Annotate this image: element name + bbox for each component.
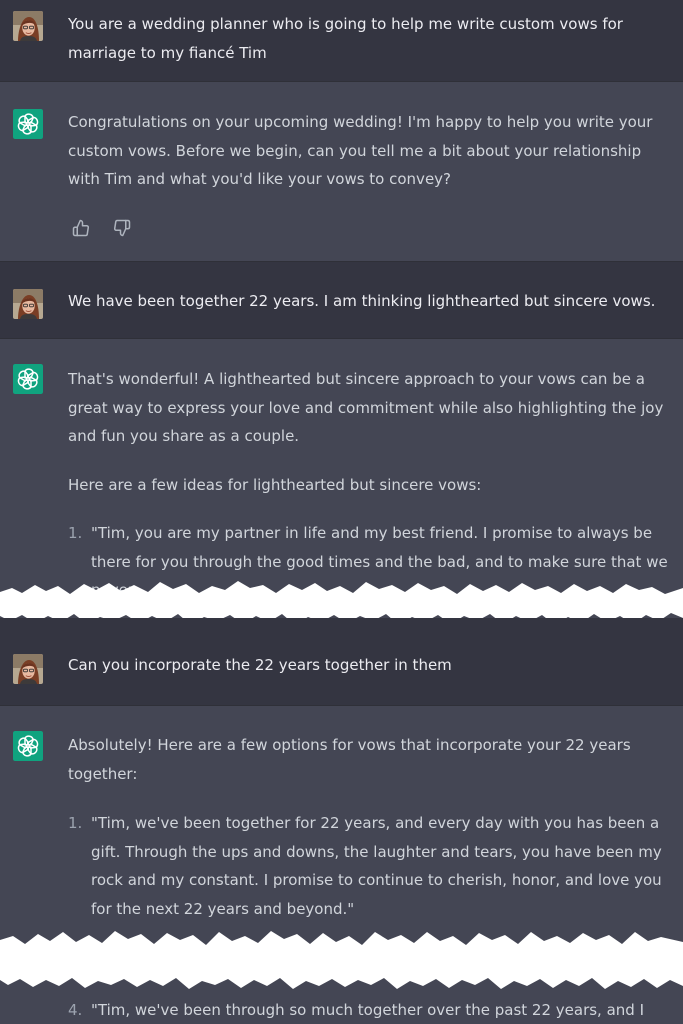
- message-paragraph: That's wonderful! A lighthearted but sin…: [68, 370, 664, 445]
- user-message: You are a wedding planner who is going t…: [0, 0, 683, 82]
- thumbs-down-icon[interactable]: [113, 219, 131, 237]
- vow-list: 1. "Tim, we've been together for 22 years…: [68, 809, 668, 923]
- conversation-segment-top: You are a wedding planner who is going t…: [0, 0, 683, 602]
- assistant-message: That's wonderful! A lighthearted but sin…: [0, 339, 683, 602]
- openai-logo-icon: [13, 109, 43, 139]
- user-avatar-icon: [13, 289, 43, 319]
- openai-logo-icon: [13, 364, 43, 394]
- message-paragraph: Here are a few ideas for lighthearted bu…: [68, 476, 482, 494]
- user-message: Can you incorporate the 22 years togethe…: [0, 618, 683, 706]
- thumbs-up-icon[interactable]: [72, 219, 90, 237]
- message-text: Congratulations on your upcoming wedding…: [68, 113, 653, 188]
- assistant-message: Congratulations on your upcoming wedding…: [0, 82, 683, 262]
- list-item: 1. "Tim, we've been together for 22 years…: [68, 814, 662, 918]
- torn-paper-divider: [0, 931, 683, 989]
- message-paragraph: Absolutely! Here are a few options for v…: [68, 736, 631, 783]
- message-text: Can you incorporate the 22 years togethe…: [68, 656, 452, 674]
- message-text: We have been together 22 years. I am thi…: [68, 292, 656, 310]
- user-avatar-icon: [13, 654, 43, 684]
- openai-logo-icon: [13, 731, 43, 761]
- user-message: We have been together 22 years. I am thi…: [0, 262, 683, 339]
- message-text: You are a wedding planner who is going t…: [68, 15, 623, 62]
- user-avatar-icon: [13, 11, 43, 41]
